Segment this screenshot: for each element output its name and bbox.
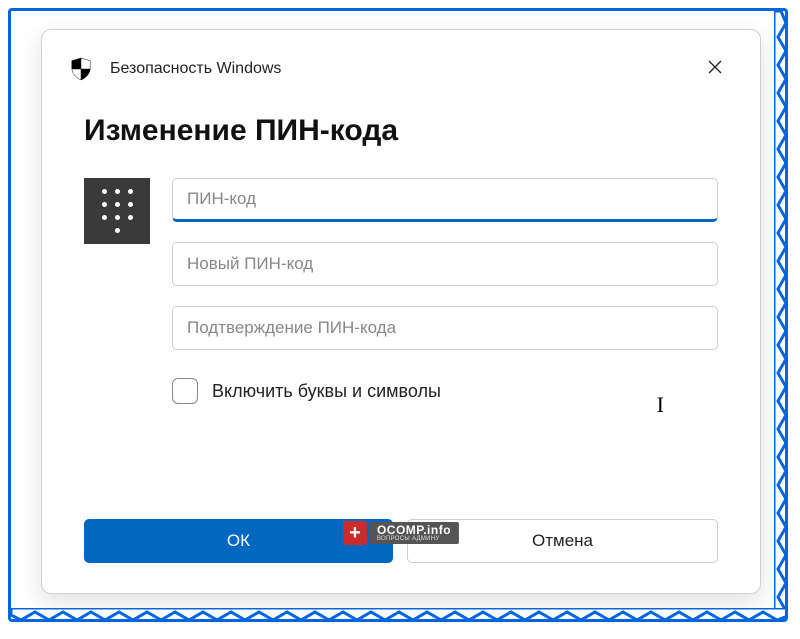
close-button[interactable] (698, 52, 732, 86)
torn-edge-bottom (11, 608, 785, 622)
dialog-heading: Изменение ПИН-кода (84, 114, 718, 148)
app-title: Безопасность Windows (110, 60, 281, 78)
torn-edge-right (774, 11, 788, 619)
titlebar: Безопасность Windows (42, 30, 760, 94)
titlebar-left: Безопасность Windows (70, 57, 281, 81)
close-icon (707, 59, 723, 80)
ok-button[interactable]: ОК (84, 519, 393, 563)
fields: Включить буквы и символы (172, 178, 718, 440)
new-pin-input[interactable] (172, 242, 718, 286)
include-letters-checkbox[interactable] (172, 378, 198, 404)
annotation-frame: Безопасность Windows Изменение ПИН-кода (8, 8, 788, 622)
shield-icon (70, 57, 92, 81)
button-row: ОК Отмена (42, 519, 760, 593)
checkbox-label: Включить буквы и символы (212, 381, 441, 402)
form-row: Включить буквы и символы (84, 178, 718, 440)
confirm-pin-input[interactable] (172, 306, 718, 350)
change-pin-dialog: Безопасность Windows Изменение ПИН-кода (41, 29, 761, 594)
cancel-button[interactable]: Отмена (407, 519, 718, 563)
keypad-icon (84, 178, 150, 244)
dialog-content: Изменение ПИН-кода Вк (42, 94, 760, 440)
checkbox-row: Включить буквы и символы (172, 378, 718, 404)
current-pin-input[interactable] (172, 178, 718, 222)
